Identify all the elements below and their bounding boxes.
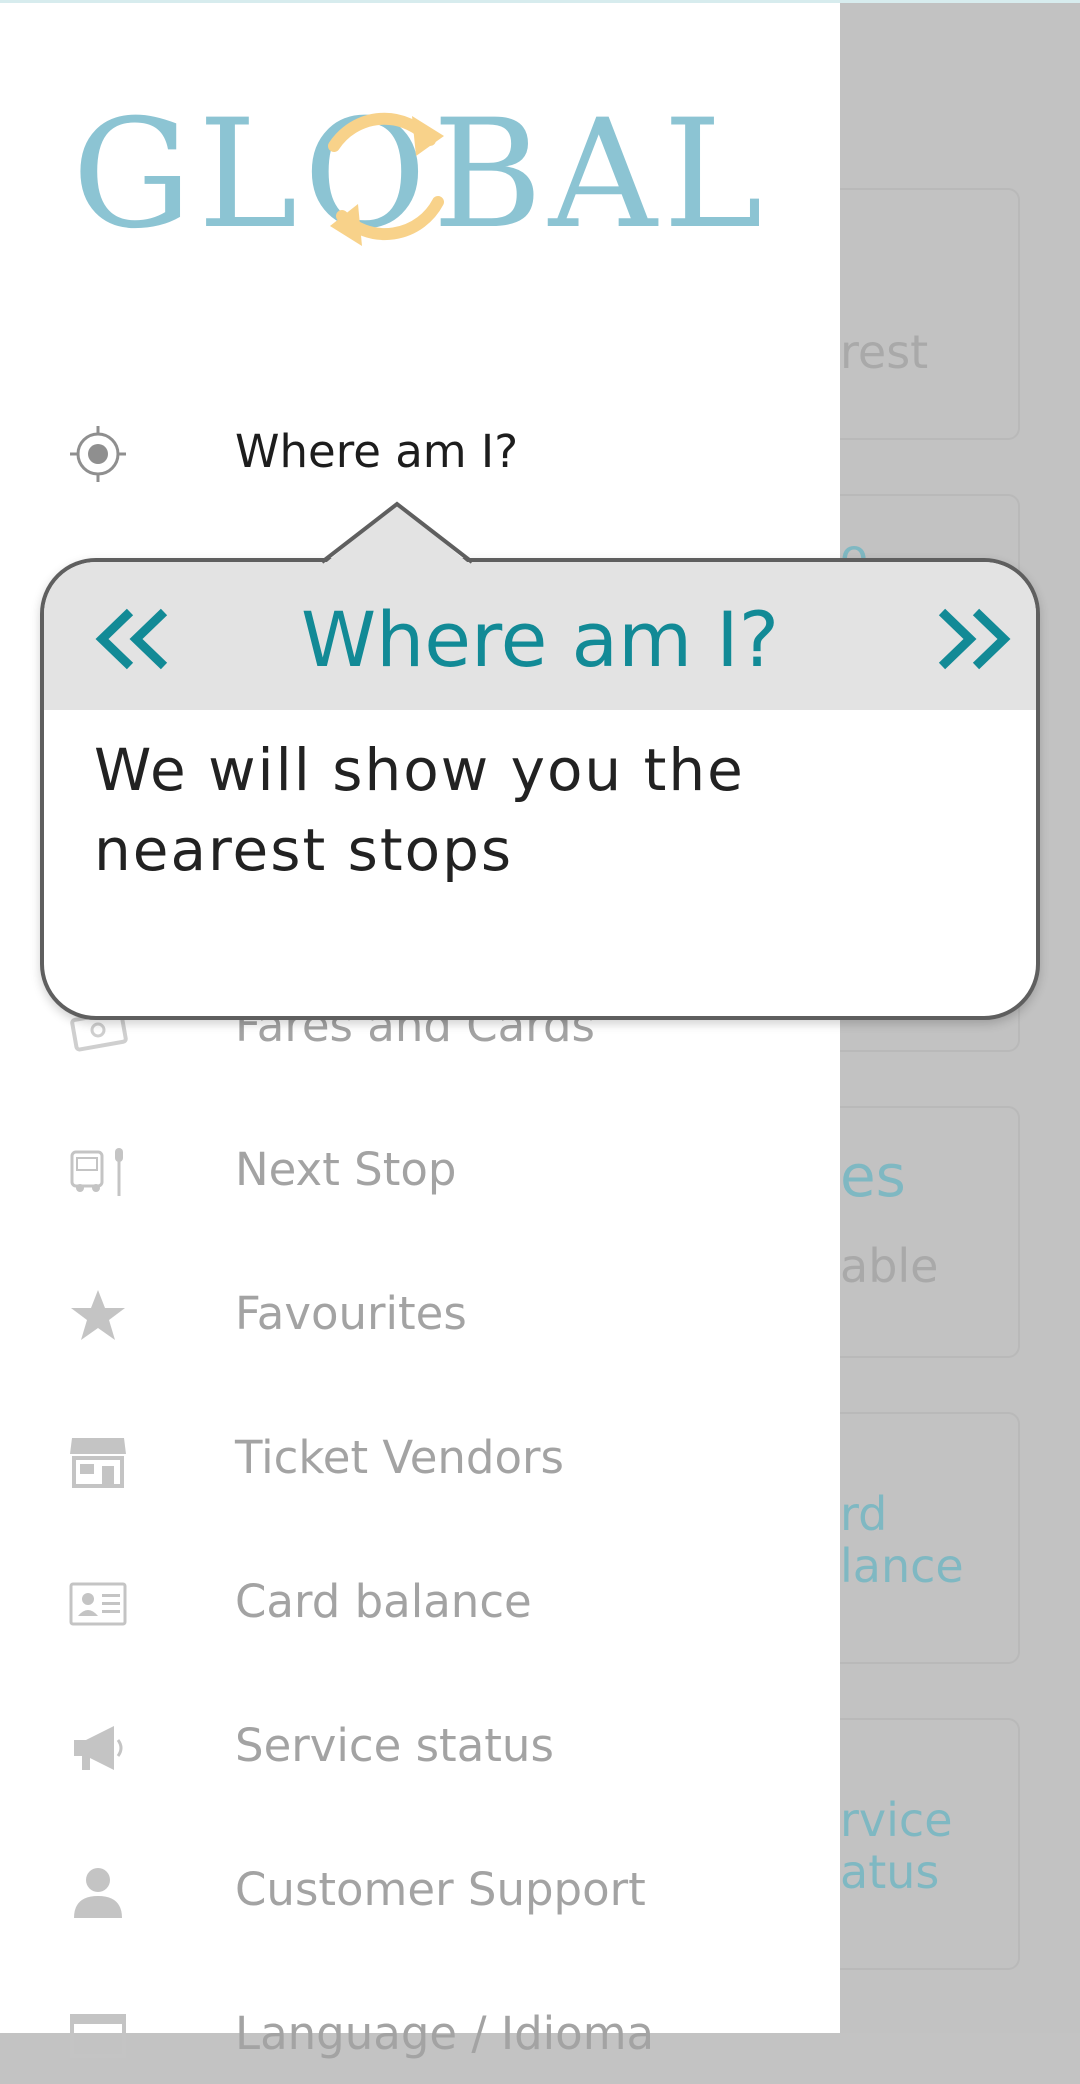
store-icon	[70, 1438, 126, 1488]
tooltip-title: Where am I?	[300, 595, 780, 684]
status-divider	[0, 0, 1080, 3]
tooltip-pointer	[322, 501, 472, 566]
menu-item-customer-support[interactable]: Customer Support	[0, 1840, 840, 1940]
menu-item-label: Card balance	[235, 1575, 532, 1628]
bus-stop-icon	[70, 1148, 123, 1196]
background-card-text: rd lance	[840, 1487, 964, 1593]
background-card-text: rvice atus	[840, 1793, 953, 1899]
menu-item-label: Favourites	[235, 1287, 467, 1340]
person-icon	[74, 1868, 122, 1918]
background-card-subtext: able	[840, 1239, 939, 1293]
tooltip-box: Where am I? We will show you the nearest…	[40, 558, 1040, 1020]
tooltip-body-text: We will show you the nearest stops	[94, 736, 745, 884]
menu-item-card-balance[interactable]: Card balance	[0, 1552, 840, 1652]
menu-item-label: Language / Idioma	[235, 2007, 655, 2060]
menu-item-label: Where am I?	[235, 425, 519, 478]
megaphone-icon	[74, 1726, 123, 1770]
onboarding-tooltip: Where am I? We will show you the nearest…	[40, 500, 1042, 1022]
star-icon	[71, 1290, 125, 1340]
menu-item-ticket-vendors[interactable]: Ticket Vendors	[0, 1408, 840, 1508]
tooltip-header: Where am I?	[44, 562, 1036, 710]
language-icon	[70, 2014, 126, 2058]
global-logo: GLOBAL	[72, 88, 769, 262]
menu-item-favourites[interactable]: Favourites	[0, 1264, 840, 1364]
double-chevron-left-icon[interactable]	[92, 604, 172, 674]
menu-item-language[interactable]: Language / Idioma	[0, 1984, 840, 2084]
background-card-text: rest	[840, 325, 929, 379]
background-card-text: es	[840, 1142, 906, 1210]
target-icon	[70, 426, 126, 482]
menu-item-label: Ticket Vendors	[235, 1431, 564, 1484]
menu-item-service-status[interactable]: Service status	[0, 1696, 840, 1796]
id-card-icon	[69, 1582, 127, 1626]
double-chevron-right-icon[interactable]	[934, 604, 1014, 674]
menu-item-label: Customer Support	[235, 1863, 646, 1916]
menu-item-label: Service status	[235, 1719, 554, 1772]
logo-text: GLOBAL	[72, 88, 769, 262]
menu-item-next-stop[interactable]: Next Stop	[0, 1120, 840, 1220]
menu-item-label: Next Stop	[235, 1143, 457, 1196]
menu-item-where-am-i[interactable]: Where am I?	[0, 402, 840, 502]
